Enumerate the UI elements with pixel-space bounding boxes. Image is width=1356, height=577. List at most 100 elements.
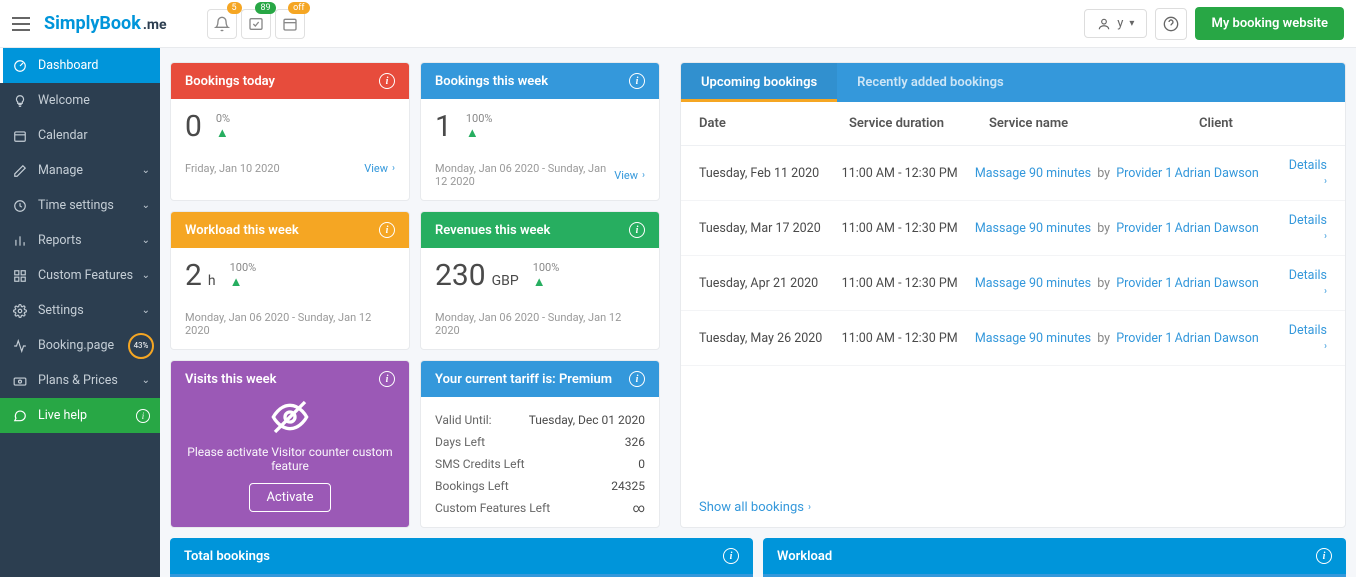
card-date: Monday, Jan 06 2020 - Sunday, Jan 12 202… bbox=[435, 162, 614, 188]
sidebar-item-plans-prices[interactable]: Plans & Prices⌄ bbox=[0, 363, 160, 398]
booking-website-button[interactable]: My booking website bbox=[1195, 7, 1344, 40]
details-link[interactable]: Details › bbox=[1289, 158, 1327, 188]
provider-link[interactable]: Provider 1 bbox=[1116, 166, 1172, 181]
provider-link[interactable]: Provider 1 bbox=[1116, 331, 1172, 346]
tariff-row: Valid Until:Tuesday, Dec 01 2020 bbox=[435, 409, 645, 431]
service-link[interactable]: Massage 90 minutes bbox=[975, 331, 1091, 346]
sidebar-item-live-help[interactable]: Live helpi bbox=[0, 398, 160, 433]
service-link[interactable]: Massage 90 minutes bbox=[975, 221, 1091, 236]
sidebar-item-calendar[interactable]: Calendar bbox=[0, 118, 160, 153]
card-title: Workload bbox=[777, 549, 832, 564]
cal-badge: off bbox=[288, 2, 309, 14]
client-link[interactable]: Adrian Dawson bbox=[1175, 276, 1259, 291]
client-link[interactable]: Adrian Dawson bbox=[1175, 331, 1259, 346]
chevron-down-icon: ⌄ bbox=[142, 270, 150, 281]
gauge-icon bbox=[12, 59, 28, 73]
card-bookings-week: Bookings this week i 1 100% ▲ bbox=[420, 62, 660, 201]
tariff-key: Days Left bbox=[435, 435, 485, 449]
provider-link[interactable]: Provider 1 bbox=[1116, 276, 1172, 291]
info-icon[interactable]: i bbox=[379, 371, 395, 387]
calendar-icon bbox=[12, 129, 28, 143]
sidebar-item-settings[interactable]: Settings⌄ bbox=[0, 293, 160, 328]
help-button[interactable] bbox=[1155, 8, 1187, 40]
tasks-badge: 89 bbox=[255, 2, 275, 14]
tariff-key: Bookings Left bbox=[435, 479, 509, 493]
col-header-service: Service name bbox=[989, 116, 1199, 131]
provider-link[interactable]: Provider 1 bbox=[1116, 221, 1172, 236]
card-date: Monday, Jan 06 2020 - Sunday, Jan 12 202… bbox=[435, 311, 645, 337]
tariff-value: ∞ bbox=[633, 501, 645, 515]
cell-duration: 11:00 AM - 12:30 PM bbox=[842, 276, 975, 291]
app-header: SimplyBook .me 5 89 off y ▾ My booking w… bbox=[0, 0, 1356, 48]
info-icon[interactable]: i bbox=[629, 371, 645, 387]
client-link[interactable]: Adrian Dawson bbox=[1175, 166, 1259, 181]
notifications-icon[interactable]: 5 bbox=[207, 9, 237, 39]
tasks-icon[interactable]: 89 bbox=[241, 9, 271, 39]
menu-toggle-icon[interactable] bbox=[12, 12, 36, 36]
cell-date: Tuesday, Feb 11 2020 bbox=[699, 166, 842, 181]
col-header-client: Client bbox=[1199, 116, 1319, 131]
sidebar-item-custom-features[interactable]: Custom Features⌄ bbox=[0, 258, 160, 293]
service-link[interactable]: Massage 90 minutes bbox=[975, 166, 1091, 181]
info-icon[interactable]: i bbox=[136, 409, 150, 423]
view-link[interactable]: View › bbox=[614, 169, 645, 182]
tariff-value: 326 bbox=[625, 435, 645, 449]
grid-icon bbox=[12, 269, 28, 283]
card-pct: 0% bbox=[216, 112, 230, 125]
chat-icon bbox=[12, 409, 28, 423]
booking-row: Tuesday, Feb 11 202011:00 AM - 12:30 PMM… bbox=[681, 146, 1345, 201]
sidebar-item-dashboard[interactable]: Dashboard bbox=[0, 48, 160, 83]
card-workload-chart: Workload i bbox=[763, 538, 1346, 577]
tariff-value: 24325 bbox=[611, 479, 645, 493]
sidebar-item-reports[interactable]: Reports⌄ bbox=[0, 223, 160, 258]
info-icon[interactable]: i bbox=[629, 73, 645, 89]
tab-recent[interactable]: Recently added bookings bbox=[837, 63, 1024, 102]
details-link[interactable]: Details › bbox=[1289, 268, 1327, 298]
pulse-icon bbox=[12, 339, 28, 353]
info-icon[interactable]: i bbox=[1316, 548, 1332, 564]
card-title: Workload this week bbox=[185, 223, 299, 238]
details-link[interactable]: Details › bbox=[1289, 213, 1327, 243]
card-value: 0 bbox=[185, 109, 202, 144]
chevron-down-icon: ▾ bbox=[1129, 18, 1134, 29]
sidebar-item-welcome[interactable]: Welcome bbox=[0, 83, 160, 118]
card-title: Total bookings bbox=[184, 549, 270, 564]
cell-date: Tuesday, Mar 17 2020 bbox=[699, 221, 842, 236]
client-link[interactable]: Adrian Dawson bbox=[1175, 221, 1259, 236]
app-logo[interactable]: SimplyBook .me bbox=[44, 13, 167, 34]
user-menu-button[interactable]: y ▾ bbox=[1084, 9, 1147, 38]
show-all-link[interactable]: Show all bookings › bbox=[699, 500, 1327, 515]
view-link[interactable]: View › bbox=[364, 162, 395, 175]
info-icon[interactable]: i bbox=[379, 222, 395, 238]
info-icon[interactable]: i bbox=[723, 548, 739, 564]
sidebar-item-booking-page[interactable]: Booking.page43% bbox=[0, 328, 160, 363]
calendar-shortcut-icon[interactable]: off bbox=[275, 9, 305, 39]
activate-button[interactable]: Activate bbox=[249, 483, 330, 512]
card-pct: 100% bbox=[466, 112, 493, 125]
details-link[interactable]: Details › bbox=[1289, 323, 1327, 353]
sidebar-item-label: Welcome bbox=[38, 93, 90, 108]
col-header-duration: Service duration bbox=[849, 116, 989, 131]
cell-date: Tuesday, Apr 21 2020 bbox=[699, 276, 842, 291]
booking-row: Tuesday, Apr 21 202011:00 AM - 12:30 PMM… bbox=[681, 256, 1345, 311]
tariff-row: Bookings Left 24325 bbox=[435, 475, 645, 497]
tariff-value: 0 bbox=[638, 457, 645, 471]
booking-row: Tuesday, Mar 17 202011:00 AM - 12:30 PMM… bbox=[681, 201, 1345, 256]
card-title: Revenues this week bbox=[435, 223, 550, 238]
sidebar-item-manage[interactable]: Manage⌄ bbox=[0, 153, 160, 188]
chevron-down-icon: ⌄ bbox=[142, 165, 150, 176]
tab-upcoming[interactable]: Upcoming bookings bbox=[681, 63, 837, 102]
sidebar-item-time-settings[interactable]: Time settings⌄ bbox=[0, 188, 160, 223]
card-title: Bookings today bbox=[185, 74, 275, 89]
by-text: by bbox=[1094, 276, 1113, 291]
sidebar: Dashboard Welcome CalendarManage⌄Time sett… bbox=[0, 48, 160, 577]
cell-duration: 11:00 AM - 12:30 PM bbox=[842, 221, 975, 236]
trend-up-icon: ▲ bbox=[533, 274, 546, 290]
service-link[interactable]: Massage 90 minutes bbox=[975, 276, 1091, 291]
tariff-key: Valid Until: bbox=[435, 413, 492, 427]
info-icon[interactable]: i bbox=[629, 222, 645, 238]
gear-icon bbox=[12, 304, 28, 318]
info-icon[interactable]: i bbox=[379, 73, 395, 89]
chart-icon bbox=[12, 234, 28, 248]
cell-duration: 11:00 AM - 12:30 PM bbox=[842, 166, 975, 181]
